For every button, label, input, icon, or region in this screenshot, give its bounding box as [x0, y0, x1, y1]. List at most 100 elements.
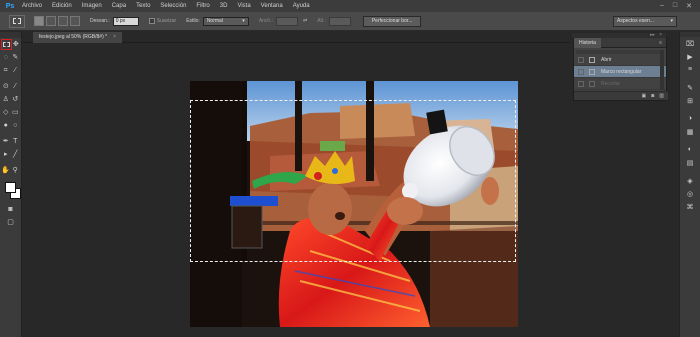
menu-filtro[interactable]: Filtro [191, 0, 214, 12]
refine-edge-button[interactable]: Perfeccionar bor... [362, 15, 422, 27]
menu-texto[interactable]: Texto [131, 0, 155, 12]
menu-archivo[interactable]: Archivo [17, 0, 47, 12]
camera-snapshot-icon[interactable]: ◙ [651, 93, 654, 99]
width-input[interactable] [276, 16, 298, 26]
rectangular-marquee-icon [13, 18, 21, 24]
history-panel-footer: ▣ ◙ ▥ [574, 91, 668, 100]
swatches-panel-icon[interactable]: ▦ [680, 125, 700, 138]
menu-edicion[interactable]: Edición [47, 0, 77, 12]
chevron-down-icon: ▾ [670, 18, 673, 24]
styles-panel-icon[interactable]: ▤ [680, 156, 700, 169]
history-panel-icon[interactable]: ⌧ [680, 37, 700, 50]
close-tab-icon[interactable]: × [113, 32, 116, 43]
history-item-label: Abrir [601, 56, 612, 63]
dodge-tool-icon[interactable]: ○ [11, 121, 20, 131]
history-panel-header: Historia ≡ [574, 37, 666, 48]
history-source-checkbox[interactable] [578, 68, 584, 75]
actions-panel-icon[interactable]: ▶ [680, 50, 700, 63]
panel-top-bar: ▸▸ × [572, 33, 666, 38]
feather-input[interactable]: 0 px [112, 16, 139, 26]
clone-source-panel-icon[interactable]: ⊞ [680, 94, 700, 107]
menu-capa[interactable]: Capa [107, 0, 131, 12]
trash-icon[interactable]: ▥ [659, 93, 664, 99]
color-panel-icon[interactable]: ◐ [680, 143, 700, 156]
tab-history[interactable]: Historia [574, 37, 601, 48]
history-panel: ▸▸ × Historia ≡ Abrir Marco rectangular … [572, 33, 668, 101]
height-label: Alt.: [317, 18, 326, 24]
brush-panel-icon[interactable]: ✎ [680, 81, 700, 94]
menu-seleccion[interactable]: Selección [155, 0, 191, 12]
style-label: Estilo: [186, 18, 200, 24]
minimize-button[interactable]: – [660, 2, 664, 10]
adjustments-panel-icon[interactable]: ◑ [680, 112, 700, 125]
document-tab[interactable]: festejo.jpeg al 50% (RGB/8#) * × [33, 32, 123, 43]
new-selection-icon[interactable] [34, 16, 44, 26]
history-item-marco-rectangular[interactable]: Marco rectangular [574, 66, 666, 78]
pen-tool-icon[interactable]: ✒ [1, 137, 10, 147]
type-tool-icon[interactable]: T [11, 137, 20, 147]
history-item-abrir[interactable]: Abrir [574, 54, 666, 66]
antialias-checkbox[interactable]: Suavizar [148, 18, 176, 24]
close-window-button[interactable]: ✕ [686, 2, 692, 10]
crop-tool-icon[interactable]: ⌗ [1, 66, 10, 76]
quick-selection-tool-icon[interactable]: ✎ [11, 53, 20, 63]
healing-brush-tool-icon[interactable]: ⊙ [1, 82, 10, 92]
style-select[interactable]: Normal ▾ [202, 16, 249, 26]
close-panel-icon[interactable]: × [659, 33, 662, 38]
subtract-selection-icon[interactable] [58, 16, 68, 26]
width-label: Anch.: [258, 18, 273, 24]
layers-panel-icon[interactable]: ◈ [680, 174, 700, 187]
crop-icon [589, 80, 595, 87]
menu-3d[interactable]: 3D [215, 0, 233, 12]
document-tab-bar: festejo.jpeg al 50% (RGB/8#) * × [23, 32, 570, 43]
swap-dimensions-icon[interactable]: ⇄ [303, 18, 307, 24]
properties-panel-icon[interactable]: ≡ [680, 63, 700, 76]
eraser-tool-icon[interactable]: ◇ [1, 108, 10, 118]
history-source-checkbox[interactable] [578, 80, 584, 87]
quick-mask-icon[interactable]: ◙ [6, 205, 15, 215]
clone-stamp-tool-icon[interactable]: ♙ [1, 95, 10, 105]
path-selection-tool-icon[interactable]: ▸ [1, 150, 10, 160]
workspace-value: Aspectos esen... [617, 18, 654, 24]
ps-logo: Ps [5, 2, 15, 10]
history-source-checkbox[interactable] [578, 56, 584, 63]
line-tool-icon[interactable]: ╱ [11, 150, 20, 160]
history-scrollbar[interactable] [660, 50, 664, 90]
lasso-tool-icon[interactable]: ◌ [1, 53, 10, 63]
history-brush-tool-icon[interactable]: ↺ [11, 95, 20, 105]
open-document-icon [589, 56, 595, 63]
intersect-selection-icon[interactable] [70, 16, 80, 26]
maximize-button[interactable]: □ [673, 2, 677, 10]
rectangular-marquee-tool[interactable] [1, 39, 12, 50]
collapse-panel-icon[interactable]: ▸▸ [650, 33, 655, 38]
move-tool-icon[interactable]: ✥ [12, 40, 21, 50]
gradient-tool-icon[interactable]: ▭ [11, 108, 20, 118]
history-item-recortar[interactable]: Recortar [574, 78, 666, 90]
add-selection-icon[interactable] [46, 16, 56, 26]
blur-tool-icon[interactable]: ● [1, 121, 10, 131]
menu-vista[interactable]: Vista [232, 0, 255, 12]
zoom-tool-icon[interactable]: ⚲ [11, 166, 20, 176]
tool-preset-picker[interactable] [9, 14, 25, 28]
workspace-select[interactable]: Aspectos esen... ▾ [613, 16, 677, 27]
marquee-icon [2, 42, 10, 47]
marquee-selection[interactable] [190, 100, 516, 262]
eyedropper-tool-icon[interactable]: ⁄ [11, 66, 20, 76]
menu-ayuda[interactable]: Ayuda [288, 0, 315, 12]
panel-menu-icon[interactable]: ≡ [659, 40, 662, 46]
channels-panel-icon[interactable]: ◎ [680, 187, 700, 200]
brush-tool-icon[interactable]: ⁄ [11, 82, 20, 92]
marquee-icon [589, 68, 595, 75]
menu-ventana[interactable]: Ventana [256, 0, 288, 12]
chevron-down-icon: ▾ [242, 17, 245, 24]
height-input[interactable] [328, 16, 351, 26]
paths-panel-icon[interactable]: ⌘ [680, 200, 700, 213]
screen-mode-icon[interactable]: ▢ [6, 218, 15, 228]
hand-tool-icon[interactable]: ✋ [1, 166, 10, 176]
new-document-from-state-icon[interactable]: ▣ [642, 93, 647, 99]
selection-mode-group [34, 16, 80, 26]
menu-imagen[interactable]: Imagen [77, 0, 107, 12]
history-item-label: Marco rectangular [601, 68, 642, 75]
foreground-color-swatch[interactable] [5, 182, 16, 193]
options-bar: Desvan.: 0 px Suavizar Estilo: Normal ▾ A… [0, 12, 700, 31]
